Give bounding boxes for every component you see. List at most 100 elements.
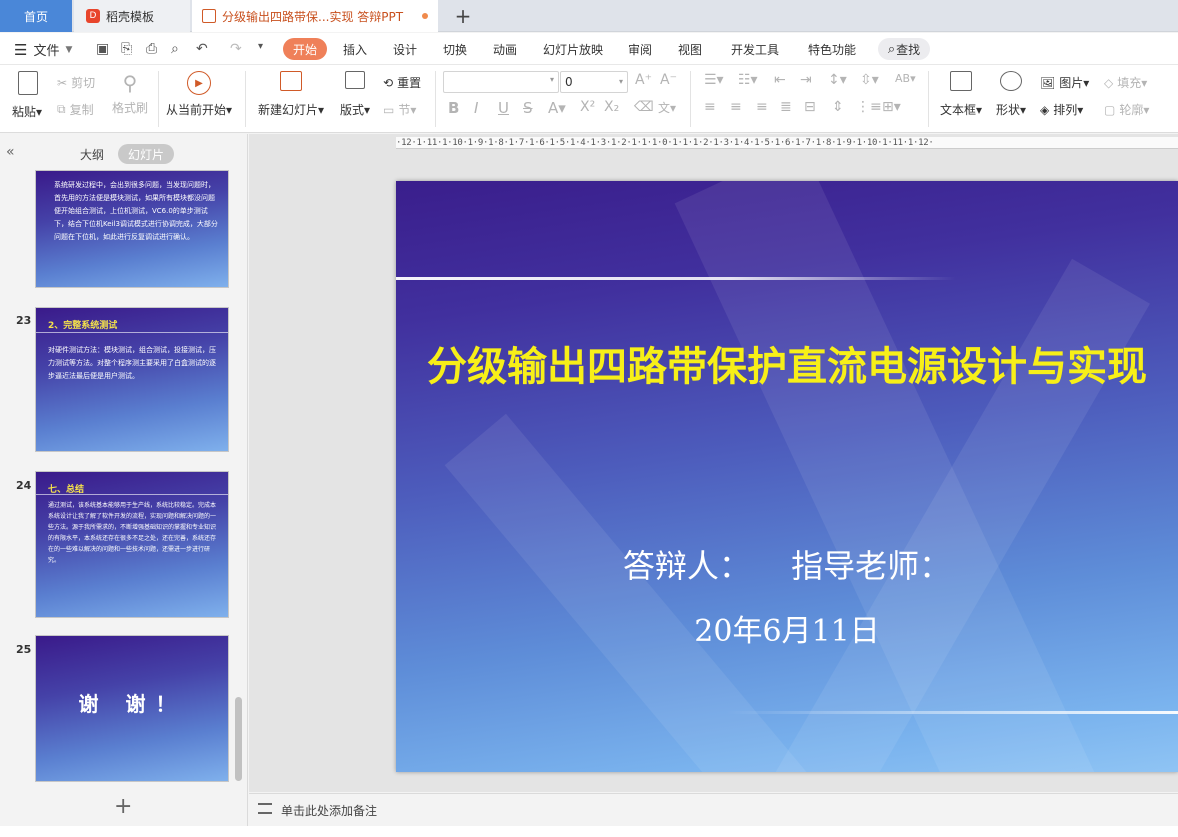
strikethrough-icon[interactable]: S bbox=[523, 99, 533, 117]
shape-icon bbox=[1000, 71, 1023, 91]
outline-button[interactable]: ▢ 轮廓 ▾ bbox=[1104, 101, 1149, 118]
align-center-icon[interactable]: ≡ bbox=[730, 99, 742, 115]
new-slide-icon bbox=[280, 71, 303, 91]
save-icon[interactable]: ▣ bbox=[96, 41, 109, 57]
tab-start-label: 开始 bbox=[292, 42, 317, 57]
tab-animation[interactable]: 动画 bbox=[493, 41, 517, 58]
reset-icon: ⟲ bbox=[383, 75, 394, 90]
new-slide-button[interactable]: 新建幻灯片▾ bbox=[258, 71, 324, 118]
file-menu[interactable]: ☰ 文件 ▼ bbox=[14, 40, 72, 60]
slides-tab[interactable]: 幻灯片 bbox=[118, 144, 174, 164]
slide-title[interactable]: 分级输出四路带保护直流电源设计与实现 bbox=[396, 339, 1178, 395]
underline-icon[interactable]: U bbox=[498, 99, 509, 117]
slide-number: 25 bbox=[16, 643, 32, 656]
tab-design[interactable]: 设计 bbox=[393, 41, 417, 58]
export-icon[interactable]: ⎘ bbox=[121, 41, 132, 57]
numbered-list-icon[interactable]: ☷▾ bbox=[738, 72, 758, 88]
outline-tab[interactable]: 大纲 bbox=[80, 146, 104, 163]
paste-button[interactable]: 粘贴▾ bbox=[12, 71, 42, 120]
search-icon: ⌕ bbox=[887, 41, 896, 57]
collapse-panel-icon[interactable]: « bbox=[6, 144, 15, 160]
paragraph-spacing-icon[interactable]: ⇕ bbox=[832, 99, 844, 115]
cut-button[interactable]: ✂ 剪切 bbox=[57, 74, 95, 91]
phonetic-icon[interactable]: 文▾ bbox=[658, 99, 676, 116]
increase-font-icon[interactable]: A⁺ bbox=[635, 72, 652, 88]
shape-button[interactable]: 形状▾ bbox=[996, 71, 1026, 118]
new-tab-button[interactable]: + bbox=[448, 0, 478, 32]
section-button[interactable]: ▭ 节 ▾ bbox=[383, 101, 416, 118]
text-direction-icon[interactable]: ⇳▾ bbox=[860, 72, 879, 88]
slide-date[interactable]: 20年6月11日 bbox=[396, 606, 1178, 650]
font-size-select[interactable]: 0 ▾ bbox=[560, 71, 628, 93]
justify-icon[interactable]: ≣ bbox=[780, 99, 792, 115]
fill-button[interactable]: ◇ 填充 ▾ bbox=[1104, 74, 1147, 91]
slide-canvas[interactable]: 分级输出四路带保护直流电源设计与实现 答辩人： 指导老师： 20年6月11日 bbox=[396, 181, 1178, 772]
tab-document[interactable]: 分级输出四路带保...实现 答辩PPT bbox=[192, 0, 438, 32]
layout-button[interactable]: 版式▾ bbox=[340, 71, 370, 118]
format-painter-button[interactable]: ⚲ 格式刷 bbox=[112, 71, 148, 116]
line-spacing-icon[interactable]: ↕▾ bbox=[828, 72, 847, 88]
font-family-select[interactable]: ▾ bbox=[443, 71, 559, 93]
distribute-icon[interactable]: ⊟ bbox=[804, 99, 816, 115]
tab-home-label: 首页 bbox=[23, 9, 48, 24]
tab-review[interactable]: 审阅 bbox=[628, 41, 652, 58]
search-button[interactable]: ⌕ 查找 bbox=[878, 38, 930, 60]
arrange-button[interactable]: ◈ 排列 ▾ bbox=[1040, 101, 1083, 118]
undo-icon[interactable]: ↶ bbox=[196, 41, 208, 57]
ribbon-toolbar: 粘贴▾ ✂ 剪切 ⧉ 复制 ⚲ 格式刷 ▶ 从当前开始▾ 新建幻灯片▾ 版式▾ ⟲ 重… bbox=[0, 65, 1178, 133]
superscript-icon[interactable]: X² bbox=[580, 99, 595, 115]
picture-label: 图片 bbox=[1059, 76, 1084, 90]
bullet-list-icon[interactable]: ☰▾ bbox=[704, 72, 724, 88]
reset-button[interactable]: ⟲ 重置 bbox=[383, 74, 421, 91]
indent-icon[interactable]: ⇥ bbox=[800, 72, 812, 88]
clear-format-icon[interactable]: ⌫ bbox=[634, 99, 654, 115]
slide-panel-scrollbar[interactable] bbox=[235, 697, 242, 781]
columns-icon[interactable]: ⋮≡ bbox=[856, 99, 882, 115]
slide-subtitle[interactable]: 答辩人： 指导老师： bbox=[396, 541, 1178, 587]
subscript-icon[interactable]: X₂ bbox=[604, 99, 619, 115]
align-right-icon[interactable]: ≡ bbox=[756, 99, 768, 115]
tab-insert[interactable]: 插入 bbox=[343, 41, 367, 58]
redo-icon[interactable]: ↷ bbox=[230, 41, 242, 57]
italic-icon[interactable]: I bbox=[474, 99, 478, 117]
align-text-icon[interactable]: AB▾ bbox=[895, 72, 916, 85]
quick-access-more-icon[interactable]: ▾ bbox=[258, 41, 263, 52]
tab-slideshow[interactable]: 幻灯片放映 bbox=[543, 41, 603, 58]
fill-icon: ◇ bbox=[1104, 75, 1114, 90]
picture-button[interactable]: 🖼 图片 ▾ bbox=[1040, 74, 1089, 91]
fill-label: 填充 bbox=[1117, 76, 1142, 90]
copy-icon: ⧉ bbox=[57, 102, 66, 116]
text-box-button[interactable]: 文本框▾ bbox=[940, 71, 982, 118]
notes-placeholder: 单击此处添加备注 bbox=[281, 804, 378, 818]
copy-button[interactable]: ⧉ 复制 bbox=[57, 101, 94, 118]
notes-bar[interactable]: 单击此处添加备注 bbox=[249, 793, 1178, 825]
slide-thumbnail-25[interactable]: 谢 谢！ bbox=[35, 635, 229, 782]
thumbnail-divider bbox=[36, 494, 228, 495]
tab-view[interactable]: 视图 bbox=[678, 41, 702, 58]
tab-document-label: 分级输出四路带保...实现 答辩PPT bbox=[222, 9, 404, 24]
play-from-current-button[interactable]: ▶ 从当前开始▾ bbox=[166, 71, 232, 118]
thumbnail-body: 通过测试，该系统基本能够用于生产线，系统比较稳定。完成本系统设计让我了解了软件开… bbox=[48, 502, 217, 564]
slide-thumbnail-22[interactable]: 系统研发过程中，会出到很多问题，当发现问题时，首先用的方法便是模块测试，如果所有… bbox=[35, 170, 229, 288]
add-slide-button[interactable]: + bbox=[114, 794, 132, 819]
align-left-icon[interactable]: ≡ bbox=[704, 99, 716, 115]
font-color-icon[interactable]: A▾ bbox=[548, 99, 566, 117]
tab-transition[interactable]: 切换 bbox=[443, 41, 467, 58]
tab-start[interactable]: 开始 bbox=[283, 38, 327, 60]
tab-developer[interactable]: 开发工具 bbox=[731, 41, 779, 58]
tab-template[interactable]: D 稻壳模板 bbox=[74, 0, 190, 32]
bold-icon[interactable]: B bbox=[448, 99, 459, 117]
outdent-icon[interactable]: ⇤ bbox=[774, 72, 786, 88]
search-label: 查找 bbox=[896, 42, 921, 57]
section-icon: ▭ bbox=[383, 102, 395, 117]
slide-thumbnail-24[interactable]: 七、总结 通过测试，该系统基本能够用于生产线，系统比较稳定。完成本系统设计让我了… bbox=[35, 471, 229, 618]
slide-thumbnail-23[interactable]: 2、完整系统测试 对硬件测试方法：模块测试，组合测试，投接测试，压力测试等方法。… bbox=[35, 307, 229, 452]
decrease-font-icon[interactable]: A⁻ bbox=[660, 72, 677, 88]
menu-bar: ☰ 文件 ▼ ▣ ⎘ ⎙ ⌕ ↶ ↷ ▾ 开始 插入 设计 切换 动画 幻灯片放… bbox=[0, 33, 1178, 65]
arrange-icon: ◈ bbox=[1040, 102, 1050, 117]
print-icon[interactable]: ⎙ bbox=[146, 41, 157, 57]
print-preview-icon[interactable]: ⌕ bbox=[171, 41, 179, 57]
tab-features[interactable]: 特色功能 bbox=[808, 41, 856, 58]
text-columns-icon[interactable]: ⊞▾ bbox=[882, 99, 901, 115]
tab-home[interactable]: 首页 bbox=[0, 0, 72, 32]
